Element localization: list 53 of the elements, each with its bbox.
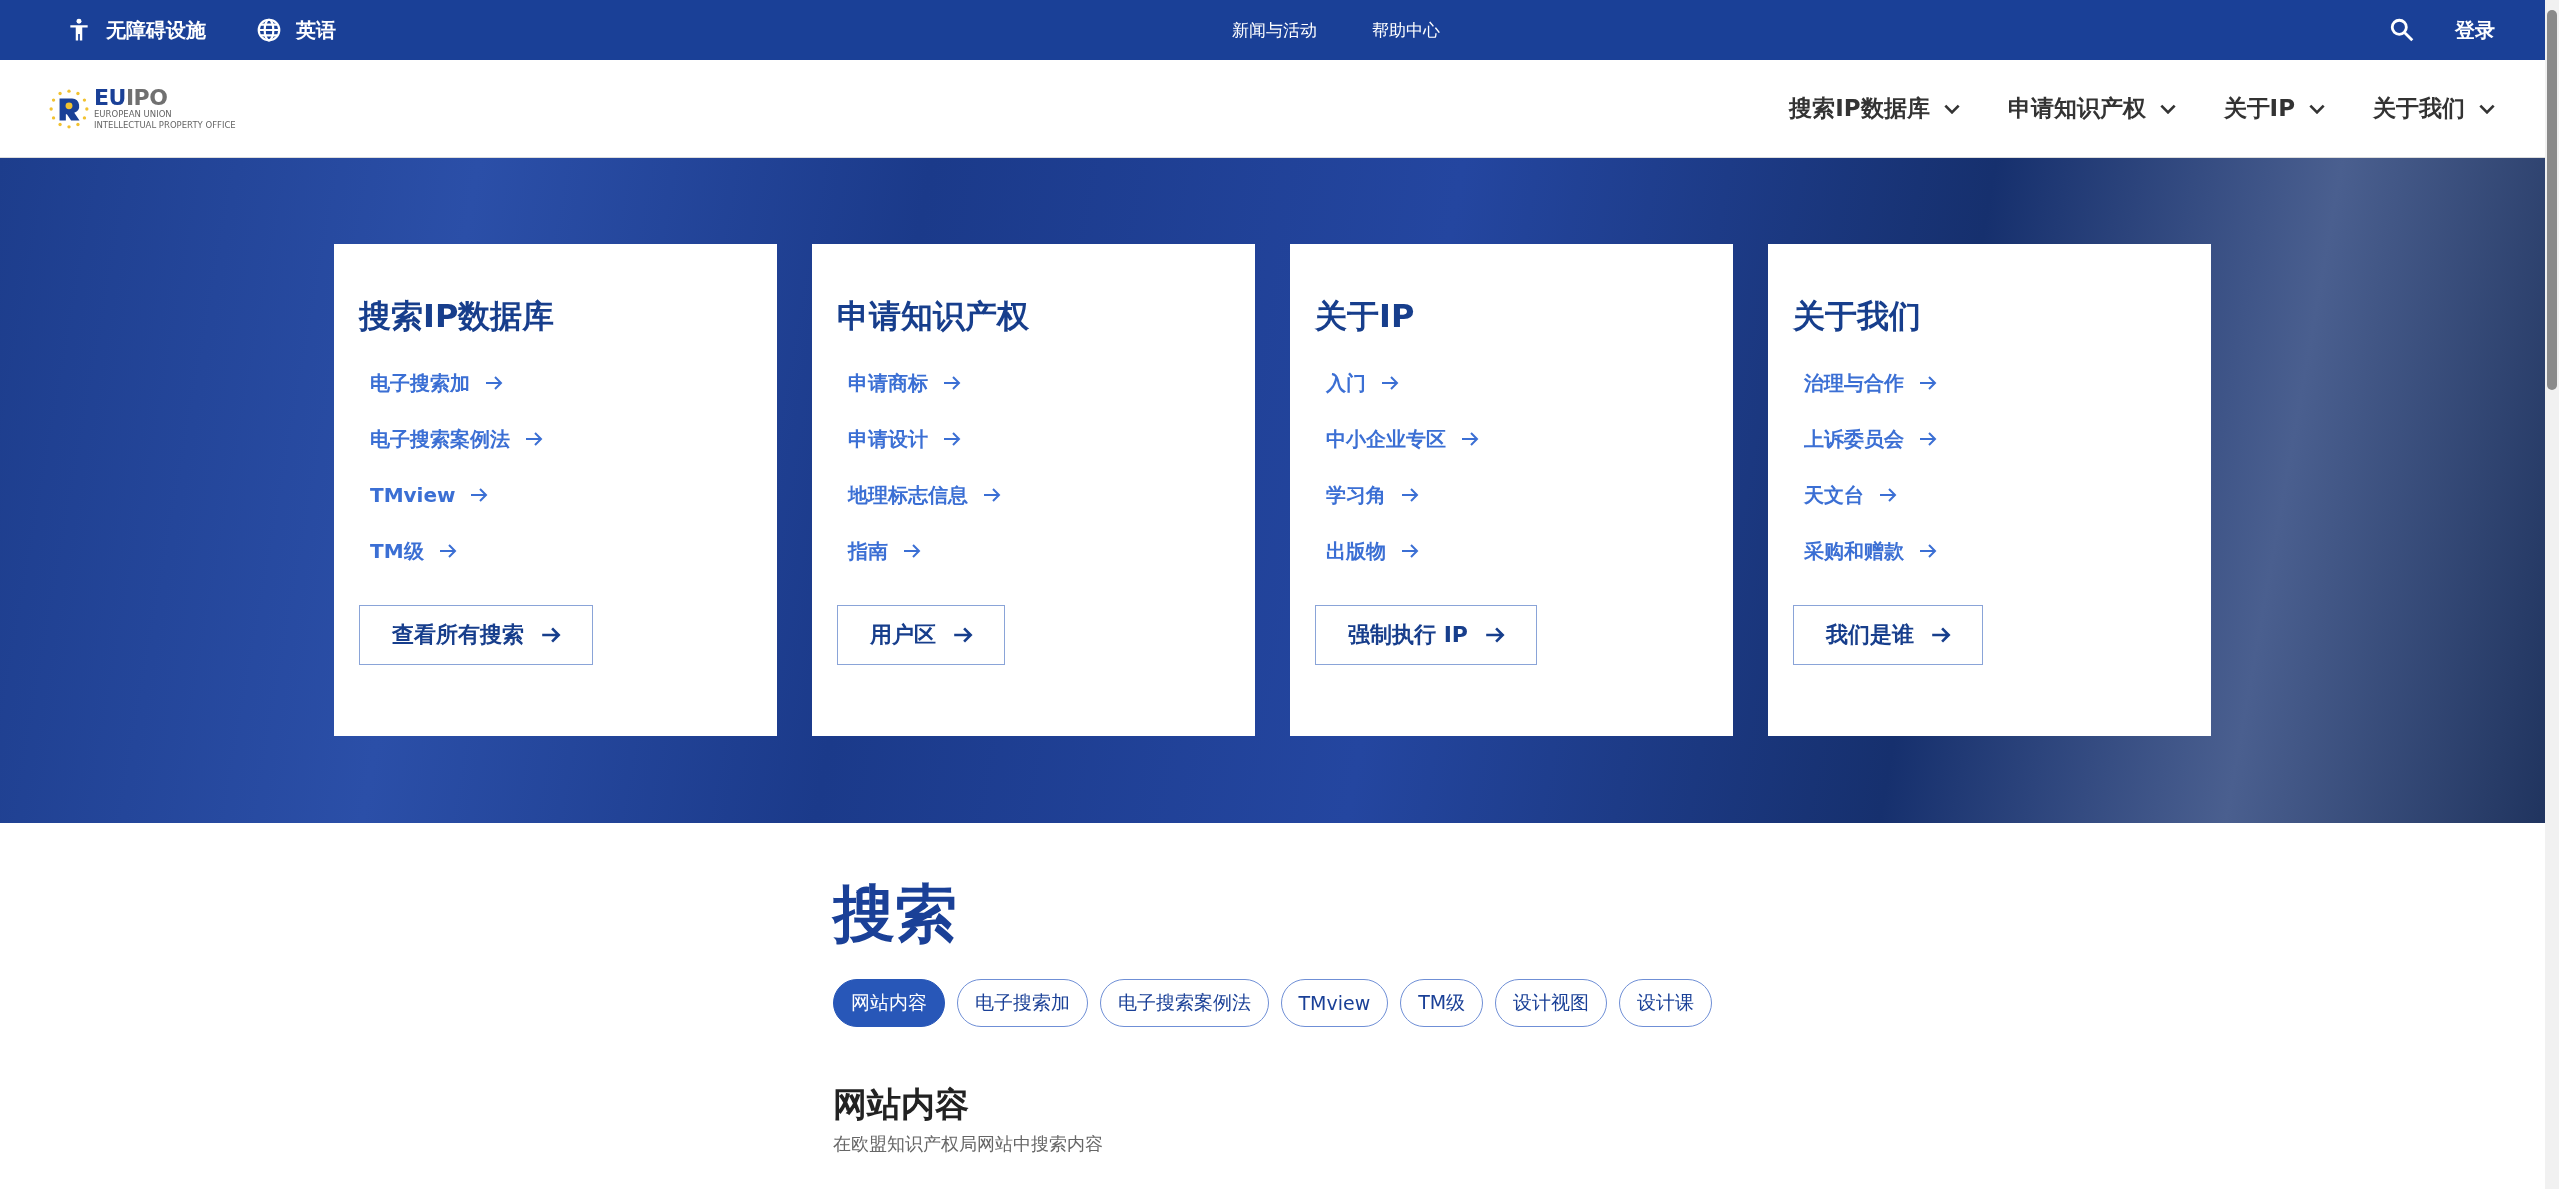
card-title: 关于IP	[1315, 296, 1416, 337]
top-link[interactable]: 帮助中心	[1371, 18, 1440, 42]
card-link[interactable]: TM级	[370, 535, 458, 567]
search-heading: 搜索	[832, 877, 958, 952]
filter-chip[interactable]: 网站内容	[832, 979, 945, 1028]
filter-chip[interactable]: 电子搜索案例法	[1099, 979, 1269, 1028]
filter-chip[interactable]: 设计课	[1619, 979, 1713, 1028]
card-link[interactable]: 地理标志信息	[848, 479, 1002, 511]
section-heading: 网站内容	[832, 1083, 970, 1126]
card-link[interactable]: 中小企业专区	[1326, 423, 1480, 455]
card-link[interactable]: 指南	[848, 535, 922, 567]
chevron-down-icon	[1943, 103, 1960, 114]
card-link[interactable]: 申请商标	[848, 367, 962, 399]
card-link[interactable]: TMview	[370, 479, 490, 511]
card-link[interactable]: 电子搜索加	[370, 367, 504, 399]
top-link[interactable]: 新闻与活动	[1231, 18, 1317, 42]
card-link[interactable]: 治理与合作	[1804, 367, 1938, 399]
card-link[interactable]: 申请设计	[848, 423, 962, 455]
chevron-down-icon	[2159, 103, 2176, 114]
card-button[interactable]: 查看所有搜索	[359, 604, 593, 665]
accessibility-link[interactable]: 无障碍设施	[66, 16, 206, 44]
card-link[interactable]: 电子搜索案例法	[370, 423, 544, 455]
scrollbar[interactable]	[2545, 0, 2559, 1189]
filter-chip[interactable]: TMview	[1280, 979, 1389, 1028]
filter-chip[interactable]: TM级	[1400, 979, 1484, 1028]
logo[interactable]: EUIPO EUROPEAN UNION INTELLECTUAL PROPERTY OFFICE	[48, 87, 236, 130]
card-link[interactable]: 出版物	[1326, 535, 1420, 567]
card-button[interactable]: 我们是谁	[1793, 604, 1983, 665]
card-button[interactable]: 强制执行 IP	[1315, 604, 1537, 665]
section-description: 在欧盟知识产权局网站中搜索内容	[832, 1131, 1104, 1156]
chevron-down-icon	[2309, 103, 2325, 114]
card-link[interactable]: 学习角	[1326, 479, 1420, 511]
nav-menu-item[interactable]: 关于我们	[2373, 93, 2495, 124]
language-link[interactable]: 英语	[256, 16, 336, 44]
nav-menu-item[interactable]: 申请知识产权	[2007, 93, 2176, 124]
login-link[interactable]: 登录	[2455, 16, 2495, 44]
emblem-icon	[48, 87, 90, 130]
nav-menu-item[interactable]: 关于IP	[2223, 93, 2325, 124]
card-link[interactable]: 天文台	[1804, 479, 1898, 511]
scrollbar-thumb[interactable]	[2547, 10, 2557, 390]
card-title: 关于我们	[1793, 296, 1922, 337]
nav-menu-item[interactable]: 搜索IP数据库	[1789, 93, 1960, 124]
card-title: 申请知识产权	[837, 296, 1030, 337]
card-title: 搜索IP数据库	[359, 296, 556, 337]
chevron-down-icon	[2479, 103, 2495, 114]
card-link[interactable]: 上诉委员会	[1804, 423, 1938, 455]
filter-chip[interactable]: 设计视图	[1495, 979, 1608, 1028]
globe-icon	[256, 17, 282, 43]
search-icon[interactable]	[2389, 17, 2415, 43]
card-link[interactable]: 入门	[1326, 367, 1400, 399]
card-link[interactable]: 采购和赠款	[1804, 535, 1938, 567]
filter-chip[interactable]: 电子搜索加	[956, 979, 1088, 1028]
card-button[interactable]: 用户区	[837, 604, 1005, 665]
